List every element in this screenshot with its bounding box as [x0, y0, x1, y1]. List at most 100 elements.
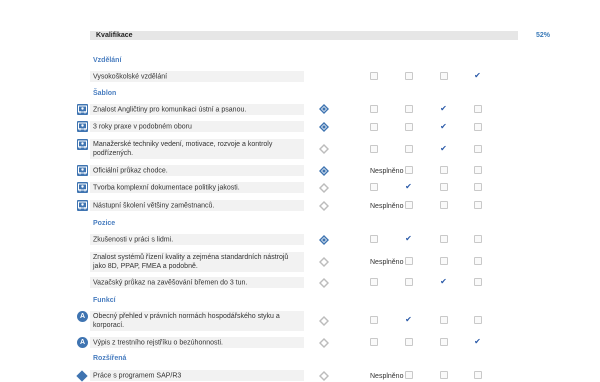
checkmark-icon[interactable]: ✔ [473, 71, 482, 80]
template-icon [77, 165, 88, 176]
level-checkbox[interactable] [474, 105, 482, 113]
level-checkbox[interactable] [474, 257, 482, 265]
level-diamond-empty-icon [319, 201, 329, 211]
requirement-label: Obecný přehled v právních normách hospod… [93, 313, 280, 329]
level-checkbox[interactable] [405, 278, 413, 286]
level-diamond-empty-icon [319, 144, 329, 154]
requirement-label: Znalost systémů řízení kvality a zejména… [93, 254, 289, 270]
function-icon: A [77, 311, 88, 322]
checkmark-icon[interactable]: ✔ [439, 122, 448, 131]
requirement-row[interactable]: Manažerské techniky vedení, motivace, ro… [90, 139, 304, 159]
qualification-percent: 52% [536, 32, 551, 39]
level-checkbox[interactable] [370, 145, 378, 153]
level-checkbox[interactable] [474, 123, 482, 131]
checkmark-icon[interactable]: ✔ [473, 337, 482, 346]
level-checkbox[interactable] [370, 183, 378, 191]
level-checkbox[interactable] [405, 72, 413, 80]
qualification-header-bar[interactable] [90, 31, 518, 40]
checkmark-icon[interactable]: ✔ [404, 234, 413, 243]
level-checkbox[interactable] [440, 183, 448, 191]
section-position: Pozice [93, 220, 116, 227]
level-checkbox[interactable] [370, 105, 378, 113]
checkmark-icon[interactable]: ✔ [404, 182, 413, 191]
level-checkbox[interactable] [405, 166, 413, 174]
level-checkbox[interactable] [405, 338, 413, 346]
requirement-label: Znalost Angličtiny pro komunikaci ústní … [93, 106, 247, 113]
level-checkbox[interactable] [440, 166, 448, 174]
level-checkbox[interactable] [370, 72, 378, 80]
level-checkbox[interactable] [474, 183, 482, 191]
status-text: Nesplněno [370, 168, 404, 175]
template-icon [77, 182, 88, 193]
level-checkbox[interactable] [405, 105, 413, 113]
requirement-row[interactable]: Obecný přehled v právních normách hospod… [90, 311, 304, 331]
requirement-row[interactable]: Zkušenosti v práci s lidmi. [90, 234, 304, 245]
level-checkbox[interactable] [370, 316, 378, 324]
level-checkbox[interactable] [370, 123, 378, 131]
level-diamond-filled-icon [319, 166, 329, 176]
requirement-row[interactable]: Vazačský průkaz na zavěšování břemen do … [90, 277, 304, 288]
level-diamond-empty-icon [319, 278, 329, 288]
requirement-label: Zkušenosti v práci s lidmi. [93, 236, 174, 243]
level-diamond-empty-icon [319, 257, 329, 267]
requirement-label: Vysokoškolské vzdělání [93, 73, 168, 80]
level-diamond-filled-icon [319, 104, 329, 114]
requirement-row[interactable]: Tvorba komplexní dokumentace politiky ja… [90, 182, 304, 193]
section-education: Vzdělání [93, 57, 122, 64]
section-function: Funkcí [93, 297, 116, 304]
level-checkbox[interactable] [474, 235, 482, 243]
level-checkbox[interactable] [370, 338, 378, 346]
template-icon [77, 121, 88, 132]
qualification-header-label: Kvalifikace [96, 32, 133, 39]
level-checkbox[interactable] [370, 235, 378, 243]
level-checkbox[interactable] [405, 201, 413, 209]
level-checkbox[interactable] [440, 257, 448, 265]
level-checkbox[interactable] [405, 123, 413, 131]
checkmark-icon[interactable]: ✔ [439, 144, 448, 153]
checkmark-icon[interactable]: ✔ [404, 315, 413, 324]
function-letter-a: A [79, 339, 86, 346]
section-extended: Rozšířená [93, 355, 127, 362]
template-icon [77, 139, 88, 150]
level-checkbox[interactable] [440, 316, 448, 324]
requirement-label: Vazačský průkaz na zavěšování břemen do … [93, 279, 248, 286]
requirement-label: Oficiální průkaz chodce. [93, 167, 168, 174]
requirement-row[interactable]: Znalost Angličtiny pro komunikaci ústní … [90, 104, 304, 115]
level-diamond-empty-icon [319, 371, 329, 381]
level-checkbox[interactable] [370, 278, 378, 286]
requirement-label: Práce s programem SAP/R3 [93, 372, 182, 379]
level-checkbox[interactable] [405, 145, 413, 153]
status-text: Nesplněno [370, 373, 404, 380]
status-text: Nesplněno [370, 259, 404, 266]
requirement-label: Nástupní školení většiny zaměstnanců. [93, 202, 215, 209]
requirement-row[interactable]: 3 roky praxe v podobném oboru [90, 121, 304, 132]
level-checkbox[interactable] [405, 257, 413, 265]
requirement-row[interactable]: Práce s programem SAP/R3 [90, 370, 304, 381]
function-icon: A [77, 337, 88, 348]
checkmark-icon[interactable]: ✔ [439, 104, 448, 113]
requirement-row[interactable]: Nástupní školení většiny zaměstnanců. [90, 200, 304, 211]
function-letter-a: A [79, 313, 86, 320]
level-checkbox[interactable] [440, 338, 448, 346]
level-checkbox[interactable] [474, 201, 482, 209]
extended-diamond-icon [76, 370, 88, 382]
requirement-label: Manažerské techniky vedení, motivace, ro… [93, 141, 273, 157]
checkmark-icon[interactable]: ✔ [439, 277, 448, 286]
level-diamond-empty-icon [319, 183, 329, 193]
level-checkbox[interactable] [440, 72, 448, 80]
requirement-label: Tvorba komplexní dokumentace politiky ja… [93, 184, 240, 191]
level-checkbox[interactable] [474, 145, 482, 153]
template-icon [77, 104, 88, 115]
requirement-row[interactable]: Znalost systémů řízení kvality a zejména… [90, 252, 304, 272]
level-checkbox[interactable] [474, 166, 482, 174]
requirement-row[interactable]: Vysokoškolské vzdělání [90, 71, 304, 82]
level-checkbox[interactable] [440, 201, 448, 209]
section-template: Šablon [93, 90, 117, 97]
requirement-label: 3 roky praxe v podobném oboru [93, 123, 192, 130]
status-text: Nesplněno [370, 203, 404, 210]
level-checkbox[interactable] [474, 278, 482, 286]
requirement-row[interactable]: Oficiální průkaz chodce. [90, 165, 304, 176]
requirement-row[interactable]: Výpis z trestního rejstříku o bezúhonnos… [90, 337, 304, 348]
level-checkbox[interactable] [474, 316, 482, 324]
level-checkbox[interactable] [440, 235, 448, 243]
